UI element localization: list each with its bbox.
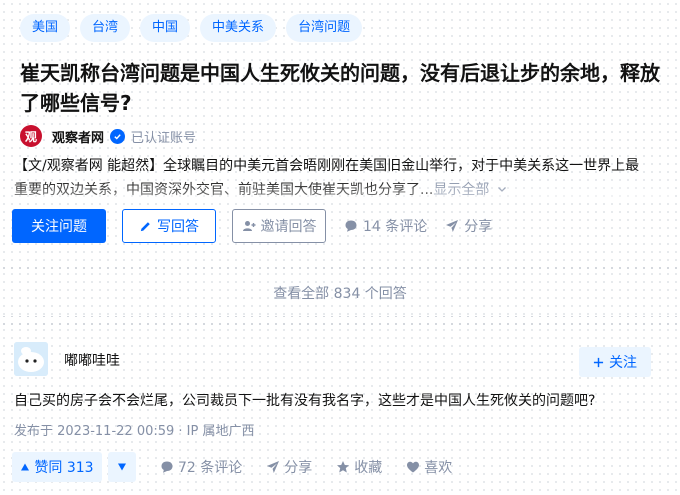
view-all-answers-link[interactable]: 查看全部 834 个回答 — [0, 270, 680, 316]
author-row: 观 观察者网 已认证账号 — [20, 124, 196, 148]
upvote-label: 赞同 313 — [34, 460, 94, 476]
upvote-button[interactable]: 赞同 313 — [12, 452, 102, 482]
view-all-answers-label: 查看全部 834 个回答 — [273, 286, 407, 302]
plus-icon — [593, 357, 604, 367]
heart-icon — [407, 461, 420, 473]
question-card: 美国 台湾 中国 中美关系 台湾问题 崔天凯称台湾问题是中国人生死攸关的问题，没… — [0, 0, 680, 262]
verified-badge-icon — [110, 128, 126, 144]
answer-text[interactable]: 自己买的房子会不会烂尾，公司裁员下一批有没有我名字，这些才是中国人生死攸关的问题… — [14, 390, 674, 412]
excerpt-line-2: 重要的双边关系，中国资深外交官、前驻美国大使崔天凯也分享了...显示全部 — [14, 178, 674, 202]
comment-icon — [161, 461, 173, 473]
author-logo[interactable]: 观 — [20, 125, 42, 147]
topic-tag-taiwan[interactable]: 台湾 — [80, 14, 131, 42]
invite-answer-label: 邀请回答 — [260, 219, 317, 235]
collect-label: 收藏 — [354, 460, 383, 476]
answer-author-name[interactable]: 嘟嘟哇哇 — [64, 350, 120, 370]
question-title[interactable]: 崔天凯称台湾问题是中国人生死攸关的问题，没有后退让步的余地，释放了哪些信号? — [20, 58, 670, 118]
question-excerpt[interactable]: 【文/观察者网 能超然】全球瞩目的中美元首会晤刚刚在美国旧金山举行，对于中美关系… — [14, 154, 674, 202]
downvote-button[interactable] — [108, 452, 136, 482]
follow-user-button[interactable]: 关注 — [579, 347, 651, 377]
share-icon — [446, 220, 459, 232]
excerpt-line-1: 【文/观察者网 能超然】全球瞩目的中美元首会晤刚刚在美国旧金山举行，对于中美关系… — [14, 158, 640, 174]
author-logo-text: 观 — [24, 129, 37, 144]
avatar[interactable] — [14, 342, 48, 376]
share-label: 分享 — [464, 219, 493, 235]
show-all-label: 显示全部 — [433, 182, 490, 198]
author-name[interactable]: 观察者网 — [52, 127, 104, 146]
verified-label: 已认证账号 — [131, 130, 197, 146]
write-answer-button[interactable]: 写回答 — [122, 209, 216, 243]
like-label: 喜欢 — [424, 460, 453, 476]
cartoon-avatar-icon — [14, 342, 48, 376]
comments-button[interactable]: 14 条评论 — [344, 216, 427, 236]
excerpt-line-2-text: 重要的双边关系，中国资深外交官、前驻美国大使崔天凯也分享了... — [14, 182, 434, 198]
topic-tags: 美国 台湾 中国 中美关系 台湾问题 — [20, 14, 363, 42]
share-button[interactable]: 分享 — [445, 216, 492, 236]
invite-answer-button[interactable]: 邀请回答 — [232, 209, 326, 243]
show-all-link[interactable]: 显示全部 — [433, 182, 506, 198]
star-icon — [337, 461, 350, 473]
write-answer-label: 写回答 — [157, 219, 199, 235]
topic-tag-china[interactable]: 中国 — [140, 14, 191, 42]
topic-tag-sino-us-relations[interactable]: 中美关系 — [200, 14, 277, 42]
share-icon — [267, 461, 280, 473]
triangle-down-icon — [118, 463, 126, 471]
topic-tag-usa[interactable]: 美国 — [20, 14, 71, 42]
pencil-icon — [140, 221, 150, 231]
collect-button[interactable]: 收藏 — [336, 457, 382, 477]
chevron-down-icon — [497, 187, 506, 192]
add-user-icon — [242, 221, 255, 231]
comments-label: 14 条评论 — [363, 219, 428, 235]
comment-icon — [345, 220, 357, 232]
follow-question-button[interactable]: 关注问题 — [12, 209, 106, 243]
triangle-up-icon — [21, 463, 30, 471]
answer-share-label: 分享 — [284, 460, 313, 476]
follow-user-label: 关注 — [609, 355, 637, 371]
answer-actions: 赞同 313 72 条评论 分享 收藏 喜欢 — [12, 452, 452, 482]
answer-comments-label: 72 条评论 — [178, 460, 243, 476]
answer-item: 嘟嘟哇哇 关注 自己买的房子会不会烂尾，公司裁员下一批有没有我名字，这些才是中国… — [0, 326, 680, 495]
like-button[interactable]: 喜欢 — [406, 457, 452, 477]
answer-comments-button[interactable]: 72 条评论 — [160, 457, 242, 477]
topic-tag-taiwan-issue[interactable]: 台湾问题 — [286, 14, 363, 42]
answer-share-button[interactable]: 分享 — [266, 457, 312, 477]
question-actions: 关注问题 写回答 邀请回答 14 条评论 分享 — [12, 209, 492, 243]
answer-meta[interactable]: 发布于 2023-11-22 00:59 · IP 属地广西 — [14, 420, 254, 439]
